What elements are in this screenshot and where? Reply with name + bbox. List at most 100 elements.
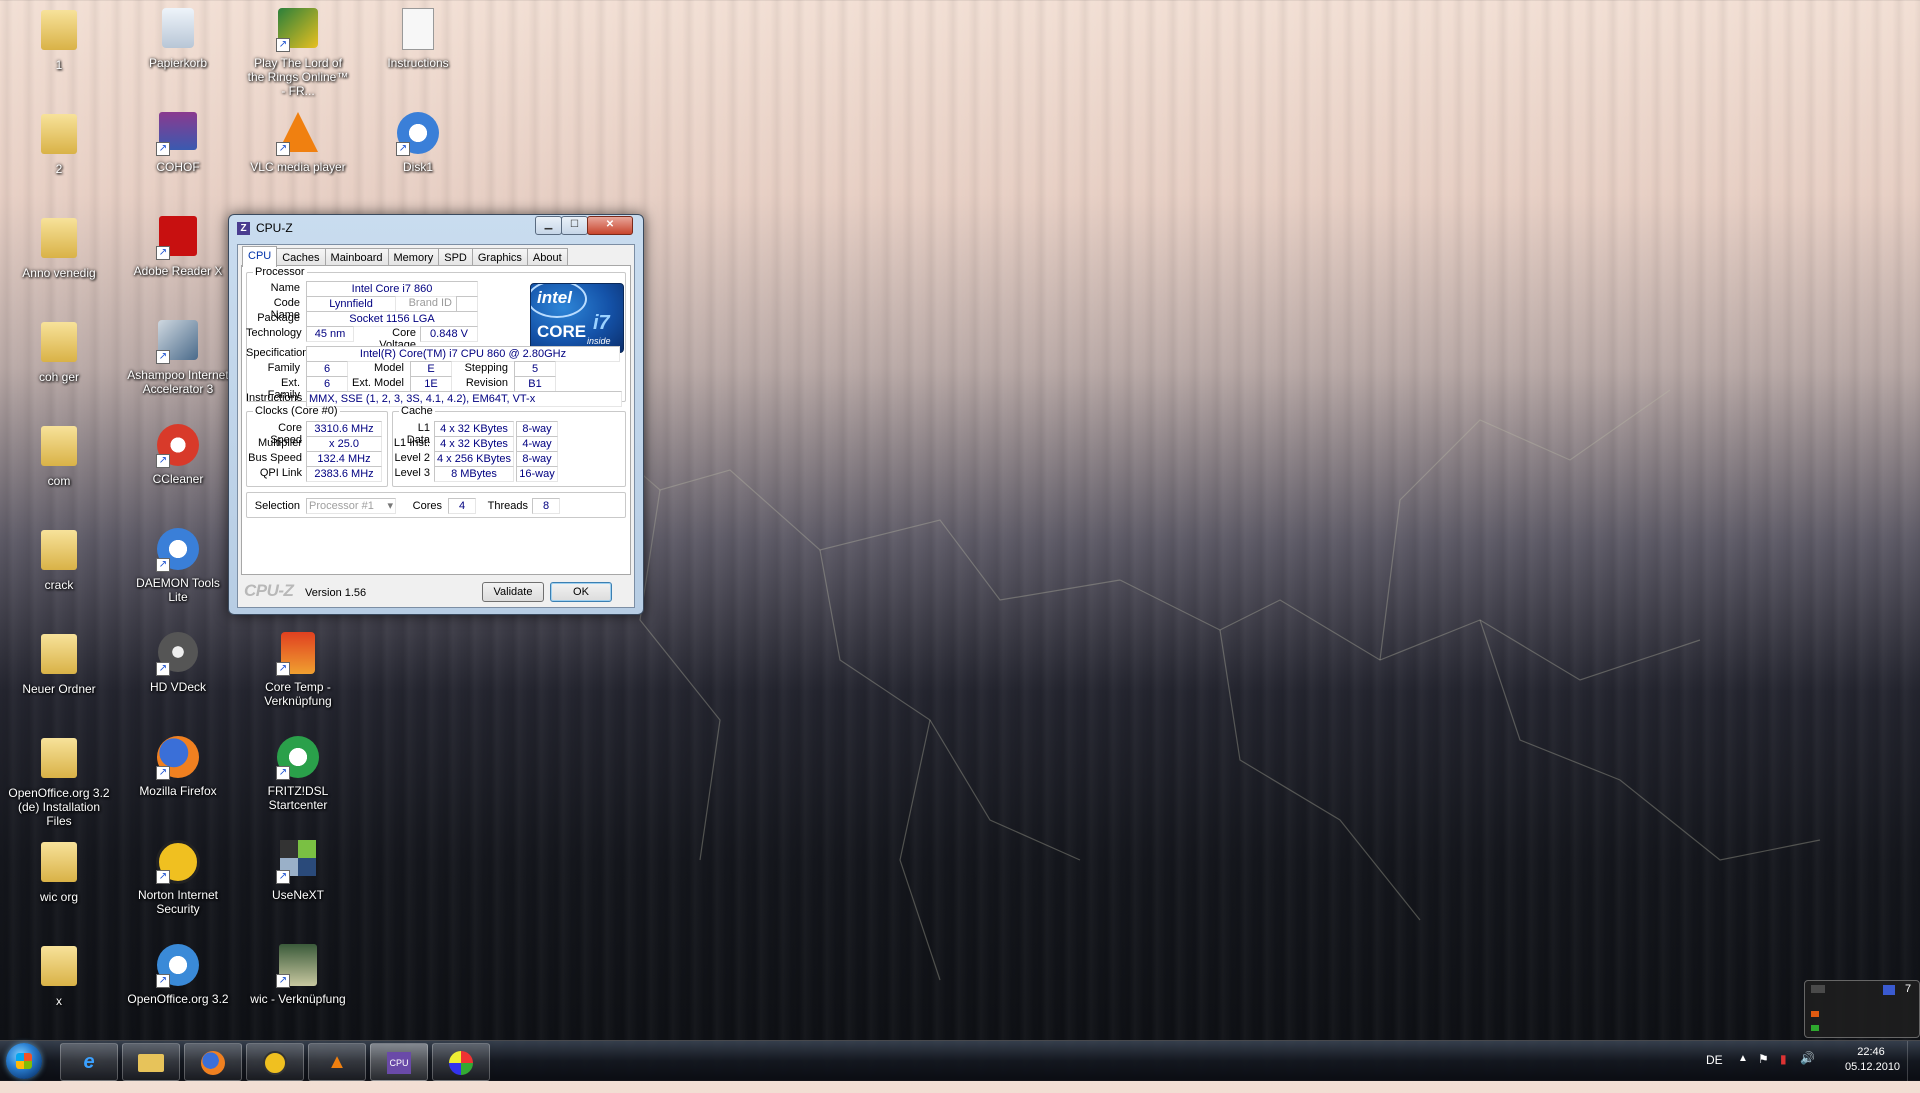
fritz-icon: ↗ bbox=[276, 736, 320, 780]
taskbar-cpuz[interactable]: CPU bbox=[370, 1043, 428, 1081]
taskbar-firefox[interactable] bbox=[184, 1043, 242, 1081]
technology-label: Technology bbox=[246, 327, 302, 339]
desktop-icon[interactable]: ↗ Adobe Reader X bbox=[123, 216, 233, 278]
action-center-flag-icon[interactable]: ⚑ bbox=[1758, 1052, 1769, 1092]
revision-label: Revision bbox=[465, 377, 508, 389]
language-indicator[interactable]: DE bbox=[1706, 1053, 1723, 1093]
minimize-button[interactable]: ▁ bbox=[535, 216, 562, 235]
folder-icon bbox=[37, 218, 81, 262]
shortcut-arrow-icon: ↗ bbox=[276, 870, 290, 884]
show-desktop-button[interactable] bbox=[1907, 1041, 1920, 1081]
shortcut-arrow-icon: ↗ bbox=[156, 766, 170, 780]
desktop-icon[interactable]: ↗ UseNeXT bbox=[243, 840, 353, 902]
desktop-icon[interactable]: 1 bbox=[4, 8, 114, 72]
level3-label: Level 3 bbox=[394, 467, 430, 479]
desktop-icon[interactable]: ↗ VLC media player bbox=[243, 112, 353, 174]
norton-icon: ↗ bbox=[156, 840, 200, 884]
desktop-icon[interactable]: ↗ OpenOffice.org 3.2 bbox=[123, 944, 233, 1006]
cores-value: 4 bbox=[448, 498, 476, 514]
close-button[interactable]: ✕ bbox=[587, 216, 633, 235]
desktop-icon[interactable]: ↗ Norton Internet Security bbox=[123, 840, 233, 916]
desktop-icon-label: 1 bbox=[55, 58, 63, 72]
desktop-icon[interactable]: ↗ Disk1 bbox=[363, 112, 473, 174]
cores-label: Cores bbox=[412, 500, 442, 512]
desktop-icon-label: Papierkorb bbox=[148, 56, 208, 70]
desktop-icon[interactable]: ↗ Play The Lord of the Rings Online™ - FR… bbox=[243, 8, 353, 98]
taskbar-vlc[interactable]: ▲ bbox=[308, 1043, 366, 1081]
threads-label: Threads bbox=[487, 500, 528, 512]
shortcut-arrow-icon: ↗ bbox=[156, 662, 170, 676]
desktop-icon[interactable]: ↗ CCleaner bbox=[123, 424, 233, 486]
desktop-icon[interactable]: Neuer Ordner bbox=[4, 632, 114, 696]
intel-core-i7-logo: intel i7 CORE inside bbox=[530, 283, 624, 353]
cpuz-logo: CPU-Z bbox=[244, 581, 294, 600]
taskbar-norton[interactable] bbox=[246, 1043, 304, 1081]
desktop-icon[interactable]: com bbox=[4, 424, 114, 488]
network-icon[interactable]: ▮ bbox=[1780, 1052, 1787, 1092]
family-label: Family bbox=[267, 362, 300, 374]
gadget-orange-indicator bbox=[1811, 1011, 1819, 1017]
wic-icon: ↗ bbox=[276, 944, 320, 988]
desktop-icon-label: 2 bbox=[55, 162, 63, 176]
taskbar-paint[interactable] bbox=[432, 1043, 490, 1081]
desktop-icon[interactable]: 2 bbox=[4, 112, 114, 176]
desktop-icon[interactable]: Papierkorb bbox=[123, 8, 233, 70]
desktop-icon[interactable]: ↗ COHOF bbox=[123, 112, 233, 174]
desktop-icon[interactable]: ↗ Mozilla Firefox bbox=[123, 736, 233, 798]
extmodel-value: 1E bbox=[410, 376, 452, 392]
desktop-icon-label: Mozilla Firefox bbox=[139, 784, 217, 798]
taskbar-internet-explorer[interactable]: e bbox=[60, 1043, 118, 1081]
instructions-label: Instructions bbox=[246, 392, 303, 404]
norton-icon bbox=[263, 1050, 287, 1075]
desktop-gadget[interactable]: 7 bbox=[1804, 980, 1920, 1038]
desktop-icon-label: Norton Internet Security bbox=[137, 888, 219, 916]
taskbar: e ▲ CPU DE ▲ ⚑ ▮ 🔊 22:46 05.12.2010 bbox=[0, 1040, 1920, 1081]
bus-speed-value: 132.4 MHz bbox=[306, 451, 382, 467]
cpuz-window[interactable]: Z CPU-Z ▁ ☐ ✕ CPU Caches Mainboard Memor… bbox=[228, 214, 644, 615]
desktop-icon[interactable]: Anno venedig bbox=[4, 216, 114, 280]
desktop-icon[interactable]: ↗ Core Temp - Verknüpfung bbox=[243, 632, 353, 708]
desktop-icon-label: UseNeXT bbox=[271, 888, 324, 902]
desktop-icon[interactable]: OpenOffice.org 3.2 (de) Installation Fil… bbox=[4, 736, 114, 828]
window-footer: CPU-Z Version 1.56 Validate OK bbox=[238, 577, 634, 605]
maximize-button[interactable]: ☐ bbox=[561, 216, 588, 235]
desktop-icon[interactable]: ↗ Ashampoo Internet Accelerator 3 bbox=[123, 320, 233, 396]
desktop-icon[interactable]: ↗ FRITZ!DSL Startcenter bbox=[243, 736, 353, 812]
clock[interactable]: 22:46 05.12.2010 bbox=[1845, 1046, 1900, 1086]
desktop-icon[interactable]: coh ger bbox=[4, 320, 114, 384]
ok-button[interactable]: OK bbox=[550, 582, 612, 602]
validate-button[interactable]: Validate bbox=[482, 582, 544, 602]
firefox-icon: ↗ bbox=[156, 736, 200, 780]
taskbar-explorer[interactable] bbox=[122, 1043, 180, 1081]
processor-select[interactable]: Processor #1 ▾ bbox=[306, 498, 396, 514]
qpi-label: QPI Link bbox=[259, 467, 302, 479]
shortcut-arrow-icon: ↗ bbox=[156, 142, 170, 156]
shortcut-arrow-icon: ↗ bbox=[156, 454, 170, 468]
hdvdeck-icon: ↗ bbox=[156, 632, 200, 676]
desktop-icon[interactable]: x bbox=[4, 944, 114, 1008]
folder-icon bbox=[37, 842, 81, 886]
extfamily-value: 6 bbox=[306, 376, 348, 392]
model-value: E bbox=[410, 361, 452, 377]
folder-icon bbox=[37, 114, 81, 158]
desktop-icon[interactable]: wic org bbox=[4, 840, 114, 904]
level3-way: 16-way bbox=[516, 466, 558, 482]
winrar-icon: ↗ bbox=[156, 112, 200, 156]
volume-icon[interactable]: 🔊 bbox=[1800, 1051, 1815, 1091]
desktop-icon-label: DAEMON Tools Lite bbox=[136, 576, 220, 604]
adobe-reader-icon: ↗ bbox=[156, 216, 200, 260]
desktop-icon[interactable]: ↗ HD VDeck bbox=[123, 632, 233, 694]
windows-logo-icon bbox=[16, 1053, 32, 1069]
specification-value: Intel(R) Core(TM) i7 CPU 860 @ 2.80GHz bbox=[306, 346, 620, 362]
desktop-icon[interactable]: crack bbox=[4, 528, 114, 592]
window-titlebar[interactable]: Z CPU-Z ▁ ☐ ✕ bbox=[229, 215, 643, 241]
show-hidden-icons-icon[interactable]: ▲ bbox=[1738, 1053, 1748, 1093]
desktop-icon[interactable]: Instructions bbox=[363, 8, 473, 70]
start-button[interactable] bbox=[6, 1043, 42, 1079]
desktop-icon[interactable]: ↗ DAEMON Tools Lite bbox=[123, 528, 233, 604]
tab-cpu[interactable]: CPU bbox=[242, 246, 278, 267]
name-value: Intel Core i7 860 bbox=[306, 281, 478, 297]
desktop-icon-label: Disk1 bbox=[402, 160, 433, 174]
desktop-icon-label: com bbox=[47, 474, 71, 488]
desktop-icon[interactable]: ↗ wic - Verknüpfung bbox=[243, 944, 353, 1006]
